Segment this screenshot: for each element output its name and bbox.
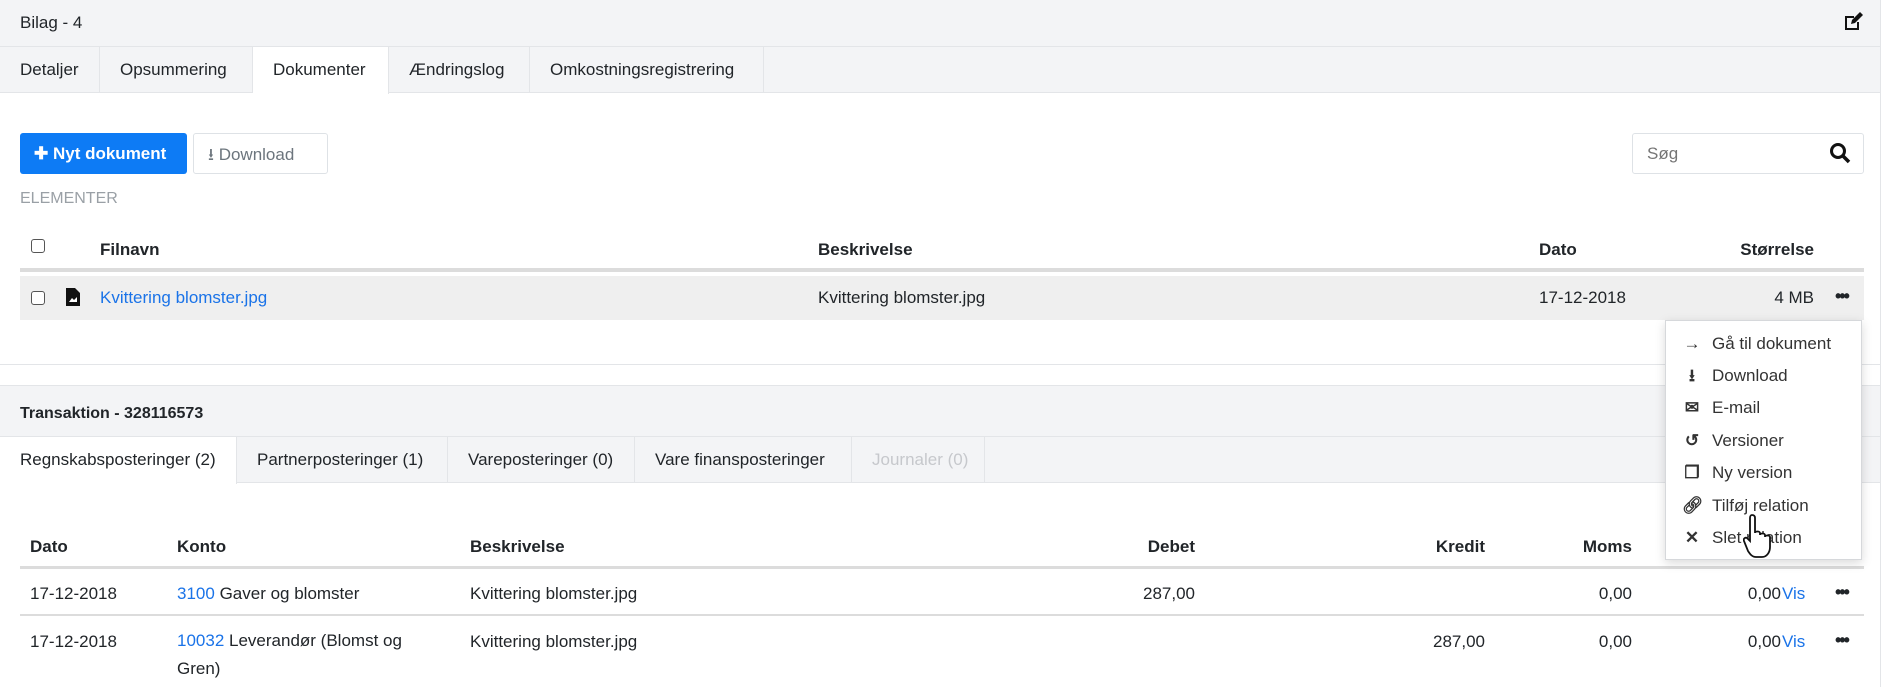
divider [1880,0,1881,687]
row-checkbox[interactable] [31,291,45,305]
column-beskrivelse: Beskrivelse [470,537,565,556]
more-options-icon[interactable]: ••• [1835,286,1850,307]
table-row: 17-12-2018 3100 Gaver og blomster Kvitte… [20,569,1864,616]
account-link[interactable]: 10032 [177,631,224,650]
transaction-tabs: Regnskabsposteringer (2) Partnerposterin… [0,437,1880,484]
view-link[interactable]: Vis [1782,632,1805,652]
tab-opsummering[interactable]: Opsummering [100,47,253,93]
transaction-header: Transaktion - 328116573 • [0,385,1880,437]
tab-vareposteringer[interactable]: Vareposteringer (0) [448,437,635,483]
view-link[interactable]: Vis [1782,584,1805,604]
menu-item-versions[interactable]: ↺ Versioner [1666,425,1861,457]
menu-item-goto-document[interactable]: → Gå til dokument [1666,328,1861,360]
plus-icon: ✚ [34,144,53,163]
tab-omkostningsregistrering[interactable]: Omkostningsregistrering [530,47,764,93]
edit-icon[interactable] [1843,12,1863,32]
column-stoerrelse[interactable]: Størrelse [1740,240,1814,260]
document-header: Bilag - 4 [0,0,1880,47]
envelope-icon: ✉ [1684,398,1700,417]
transaction-title: Transaktion - 328116573 [20,405,204,422]
column-moms: Moms [1582,537,1632,556]
more-options-icon[interactable]: ••• [1835,582,1850,603]
download-icon: ⭳ [208,145,219,164]
tab-dokumenter[interactable]: Dokumenter [253,47,389,94]
menu-item-email[interactable]: ✉ E-mail [1666,392,1861,424]
hand-cursor-icon [1743,514,1771,558]
tab-partnerposteringer[interactable]: Partnerposteringer (1) [237,437,448,483]
select-all-checkbox[interactable] [31,239,45,253]
search-input[interactable] [1647,144,1817,164]
column-filnavn[interactable]: Filnavn [100,240,160,260]
description: Kvittering blomster.jpg [470,584,638,603]
document-tabs: Detaljer Opsummering Dokumenter Ændrings… [0,47,1880,94]
column-kredit: Kredit [1435,537,1485,556]
tab-journaler: Journaler (0) [852,437,985,483]
tab-detaljer[interactable]: Detaljer [0,47,100,93]
history-icon: ↺ [1684,431,1700,450]
date: 17-12-2018 [30,632,117,651]
table-row: 17-12-2018 10032 Leverandør (Blomst og G… [20,618,1864,687]
filename-link[interactable]: Kvittering blomster.jpg [100,288,267,308]
date: 17-12-2018 [30,584,117,603]
account-link[interactable]: 3100 [177,584,215,603]
documents-table-header: Filnavn Beskrivelse Dato Størrelse [20,230,1864,272]
page-title: Bilag - 4 [20,13,83,32]
moms: 0,00 [1598,584,1632,603]
menu-item-download[interactable]: ⭳ Download [1666,360,1861,392]
search-icon[interactable] [1829,142,1851,164]
copy-icon: ❐ [1684,463,1700,482]
debet: 287,00 [1143,584,1195,603]
more-options-icon[interactable]: ••• [1835,630,1850,651]
close-icon: ✕ [1684,528,1700,547]
kredit: 287,00 [1433,632,1485,651]
column-debet: Debet [1147,537,1195,556]
menu-item-new-version[interactable]: ❐ Ny version [1666,457,1861,489]
new-document-button[interactable]: ✚ Nyt dokument [20,133,187,174]
description: Kvittering blomster.jpg [818,288,986,307]
column-beskrivelse[interactable]: Beskrivelse [818,240,913,260]
date: 17-12-2018 [1539,288,1626,307]
transactions-table-header: Dato Konto Beskrivelse Debet Kredit Moms [20,525,1864,569]
divider [0,364,1880,365]
arrow-right-icon: → [1683,334,1701,353]
column-konto: Konto [177,537,227,556]
section-label: ELEMENTER [20,190,118,207]
description: Kvittering blomster.jpg [470,632,638,651]
download-icon: ⭳ [1689,366,1695,385]
tab-aendringslog[interactable]: Ændringslog [389,47,530,93]
tab-vare-finansposteringer[interactable]: Vare finansposteringer [635,437,852,483]
table-row[interactable]: Kvittering blomster.jpg Kvittering bloms… [20,276,1864,320]
moms: 0,00 [1598,632,1632,651]
link-icon: 🔗︎ [1682,496,1704,515]
amount: 0,00 [1747,584,1781,603]
tab-regnskabsposteringer[interactable]: Regnskabsposteringer (2) [0,437,237,484]
amount: 0,00 [1747,632,1781,651]
column-dato: Dato [30,537,68,556]
account-name: Gaver og blomster [219,584,360,603]
size: 4 MB [1774,288,1814,307]
download-button[interactable]: ⭳ Download [193,133,328,174]
search-field [1632,133,1864,174]
image-file-icon [66,288,80,306]
column-dato[interactable]: Dato [1539,240,1577,260]
